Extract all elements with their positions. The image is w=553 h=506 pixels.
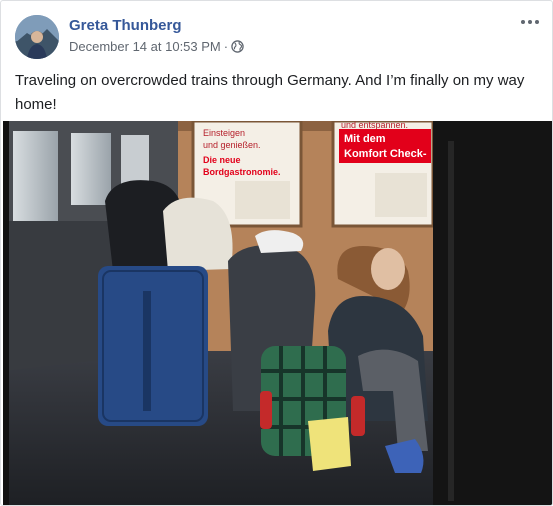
more-options-icon[interactable] bbox=[518, 13, 542, 31]
sign-right-line1: Mit dem bbox=[344, 133, 386, 145]
sign-left-line1: Einsteigen bbox=[203, 128, 245, 138]
sign-left-line3: Die neue bbox=[203, 155, 241, 165]
meta-separator: · bbox=[223, 39, 229, 54]
post-photo[interactable]: Einsteigen und genießen. Die neue Bordga… bbox=[3, 121, 552, 505]
blue-suitcase bbox=[98, 266, 208, 426]
post-header: Greta Thunberg December 14 at 10:53 PM · bbox=[1, 1, 552, 63]
post-text: Traveling on overcrowded trains through … bbox=[15, 72, 525, 113]
yellow-box bbox=[308, 417, 351, 471]
author-name-link[interactable]: Greta Thunberg bbox=[69, 17, 182, 34]
avatar-picture bbox=[15, 15, 59, 59]
sign-left-line4: Bordgastronomie. bbox=[203, 167, 281, 177]
more-dot bbox=[528, 20, 532, 24]
post-meta: December 14 at 10:53 PM · bbox=[69, 39, 244, 54]
more-dot bbox=[521, 20, 525, 24]
sign-right-line0: und entspannen. bbox=[341, 121, 408, 130]
sign-left-line2: und genießen. bbox=[203, 140, 261, 150]
avatar[interactable] bbox=[15, 15, 59, 59]
globe-icon[interactable] bbox=[231, 40, 244, 53]
more-dot bbox=[535, 20, 539, 24]
train-window bbox=[13, 131, 58, 221]
person-face bbox=[371, 248, 405, 290]
facebook-post: Greta Thunberg December 14 at 10:53 PM ·… bbox=[0, 0, 553, 506]
post-timestamp-link[interactable]: December 14 at 10:53 PM bbox=[69, 39, 221, 54]
red-bottle bbox=[351, 396, 365, 436]
red-bottle bbox=[260, 391, 272, 429]
train-window bbox=[71, 133, 111, 205]
sign-right-line2: Komfort Check- bbox=[344, 148, 427, 160]
train-photo: Einsteigen und genießen. Die neue Bordga… bbox=[3, 121, 552, 505]
